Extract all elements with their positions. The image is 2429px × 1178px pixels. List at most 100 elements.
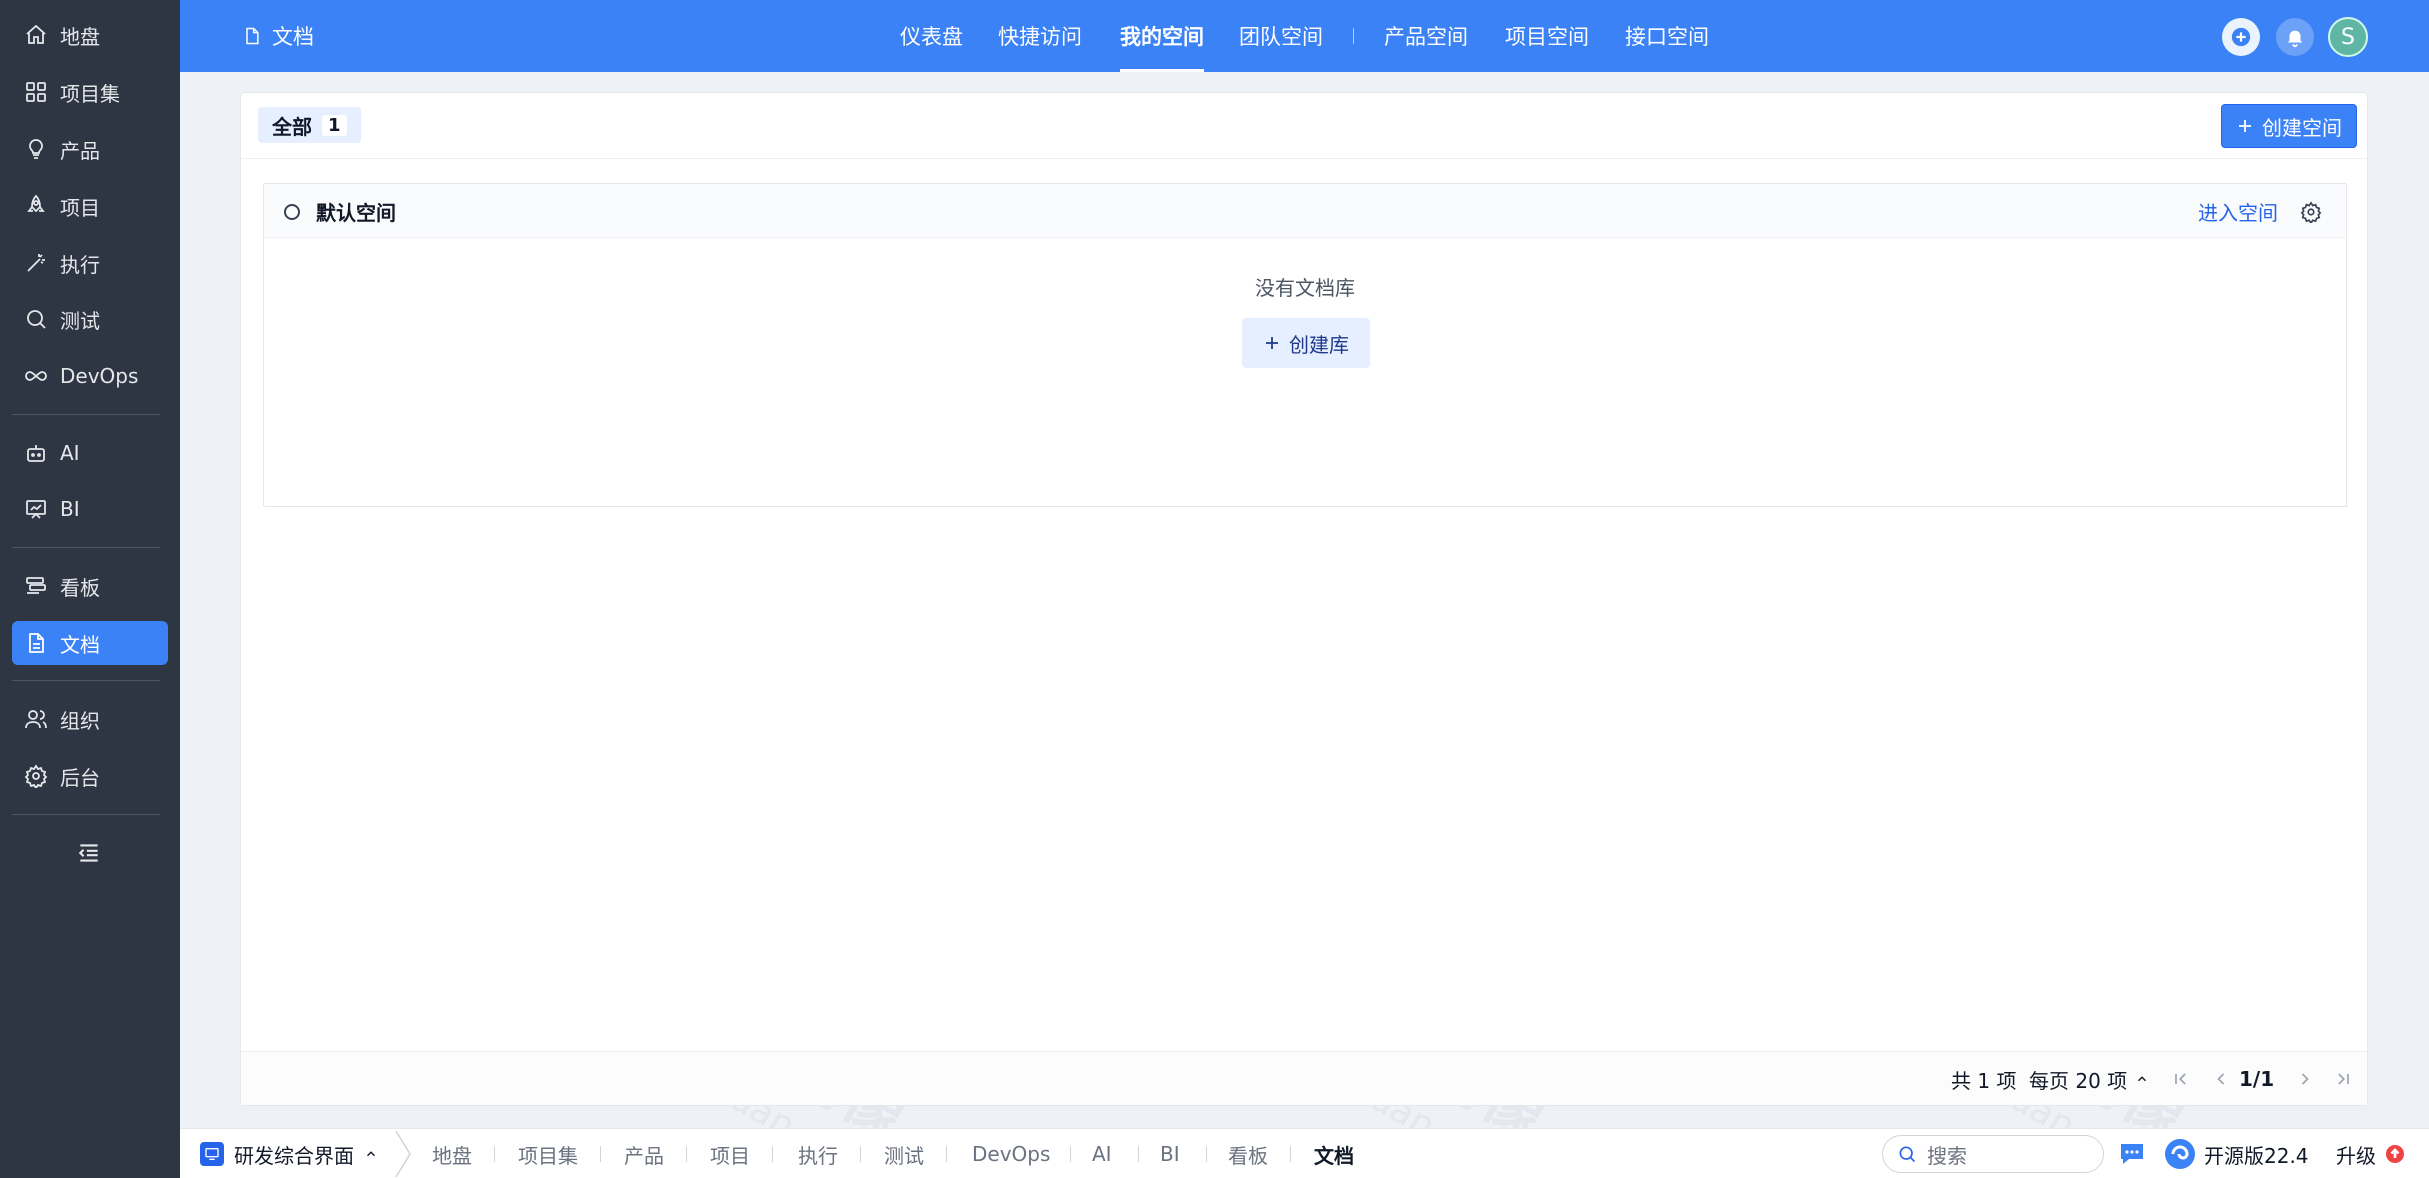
create-space-button[interactable]: 创建空间 [2221,104,2357,148]
bottom-tab-test[interactable]: 测试 [884,1129,924,1178]
tab-team-space[interactable]: 团队空间 [1239,0,1323,72]
app-switcher[interactable]: 研发综合界面 [200,1129,378,1178]
kanban-icon [22,572,50,600]
quick-add-button[interactable] [2222,18,2260,56]
sidebar-item-label: BI [60,497,80,521]
filter-all-chip[interactable]: 全部 1 [258,107,361,143]
bottom-tab-product[interactable]: 产品 [624,1129,664,1178]
sidebar-item-product[interactable]: 产品 [12,127,168,171]
sidebar-item-project[interactable]: 项目 [12,184,168,228]
plus-icon [1266,337,1278,349]
chart-board-icon [22,495,50,523]
pager-next-icon[interactable] [2295,1069,2315,1089]
chevron-up-icon [2138,1076,2147,1082]
sidebar-item-ai[interactable]: AI [12,431,168,475]
bottom-tab-program[interactable]: 项目集 [518,1129,578,1178]
bottom-tab-project[interactable]: 项目 [710,1129,750,1178]
pager-prev-icon[interactable] [2211,1069,2231,1089]
create-library-button[interactable]: 创建库 [1242,318,1370,368]
space-card: 默认空间 进入空间 没有文档库 创建库 [263,183,2347,507]
bottom-bar: 研发综合界面 地盘 项目集 产品 项目 执行 测试 DevOps AI BI 看… [180,1128,2429,1178]
tab-quick-access[interactable]: 快捷访问 [998,0,1082,72]
sidebar-item-label: 组织 [60,708,100,733]
nav-separator [1353,28,1354,44]
sidebar-item-test[interactable]: 测试 [12,297,168,341]
sidebar-divider [12,814,160,815]
arrow-up-icon [2386,1145,2404,1163]
header-title-text: 文档 [272,25,314,49]
tab-product-space[interactable]: 产品空间 [1384,0,1468,72]
bottom-tab-home[interactable]: 地盘 [432,1129,472,1178]
home-icon [22,21,50,49]
sidebar-divider [12,414,160,415]
robot-icon [22,439,50,467]
sidebar-item-label: 文档 [60,632,100,657]
sidebar-item-program[interactable]: 项目集 [12,70,168,114]
bottom-tab-separator [1290,1146,1291,1162]
bottom-tab-separator [1138,1146,1139,1162]
sidebar-item-admin[interactable]: 后台 [12,754,168,798]
tab-dashboard[interactable]: 仪表盘 [900,0,963,72]
pager-per-page-label: 每页 20 项 [2029,1068,2128,1093]
monitor-icon [200,1142,224,1166]
chevron-up-icon [367,1151,375,1157]
bottom-tab-kanban[interactable]: 看板 [1228,1129,1268,1178]
grid-icon [22,78,50,106]
bottom-tab-doc[interactable]: 文档 [1314,1129,1354,1178]
sidebar-item-label: DevOps [60,364,139,388]
sidebar-item-label: 地盘 [60,24,100,49]
sidebar-item-label: 测试 [60,308,100,333]
search-placeholder: 搜索 [1927,1143,1967,1168]
sidebar-item-execution[interactable]: 执行 [12,241,168,285]
bell-icon [2287,30,2303,48]
user-avatar[interactable]: S [2328,17,2368,57]
bottom-tab-separator [946,1146,947,1162]
app-switcher-label: 研发综合界面 [234,1143,354,1168]
bottom-tab-devops[interactable]: DevOps [972,1129,1050,1178]
sidebar-item-label: 后台 [60,765,100,790]
tab-api-space[interactable]: 接口空间 [1625,0,1709,72]
space-name: 默认空间 [316,200,396,225]
bottom-tab-bi[interactable]: BI [1160,1129,1180,1178]
pager-first-icon[interactable] [2171,1069,2191,1089]
space-card-header: 默认空间 进入空间 [264,184,2346,238]
bottom-tab-separator [494,1146,495,1162]
bottom-tab-ai[interactable]: AI [1092,1129,1112,1178]
pager-last-icon[interactable] [2333,1069,2353,1089]
pager-per-page-select[interactable]: 每页 20 项 [2029,1052,2149,1106]
enter-space-link[interactable]: 进入空间 [2198,184,2278,238]
wand-icon [22,249,50,277]
bottom-tab-separator [686,1146,687,1162]
search-icon [1899,1146,1916,1163]
tab-project-space[interactable]: 项目空间 [1505,0,1589,72]
create-library-label: 创建库 [1289,332,1349,357]
sidebar-item-doc[interactable]: 文档 [12,621,168,665]
document-icon [246,27,259,45]
space-select-radio[interactable] [284,204,300,220]
sidebar-item-home[interactable]: 地盘 [12,13,168,57]
plus-icon [2239,120,2251,132]
sidebar-item-bi[interactable]: BI [12,487,168,531]
sidebar-item-kanban[interactable]: 看板 [12,564,168,608]
upgrade-label: 升级 [2336,1143,2376,1168]
space-settings-icon[interactable] [2300,201,2322,225]
upgrade-button[interactable]: 升级 [2336,1129,2404,1178]
notification-button[interactable] [2276,18,2314,56]
collapse-sidebar-icon[interactable] [76,840,104,868]
search-input[interactable]: 搜索 [1882,1135,2104,1173]
edition-info: 开源版22.4 [2164,1129,2309,1178]
pager-total: 共 1 项 [1951,1068,2017,1093]
pagination: 共 1 项 每页 20 项 1/1 [241,1051,2367,1105]
tab-my-space[interactable]: 我的空间 [1120,0,1204,72]
filter-all-count: 1 [322,114,347,136]
header-module-title: 文档 [242,0,314,72]
sidebar-item-devops[interactable]: DevOps [12,354,168,398]
top-header: 文档 仪表盘 快捷访问 我的空间 团队空间 产品空间 项目空间 接口空间 S [180,0,2429,72]
bottom-tab-execution[interactable]: 执行 [798,1129,838,1178]
sidebar-item-org[interactable]: 组织 [12,697,168,741]
lightbulb-icon [22,135,50,163]
chat-icon[interactable] [2118,1141,2146,1167]
sidebar-item-label: 项目 [60,195,100,220]
main-panel: 全部 1 创建空间 默认空间 进入空间 没有文档库 创建库 共 1 项 每页 2… [240,92,2368,1106]
sidebar-item-label: 看板 [60,575,100,600]
